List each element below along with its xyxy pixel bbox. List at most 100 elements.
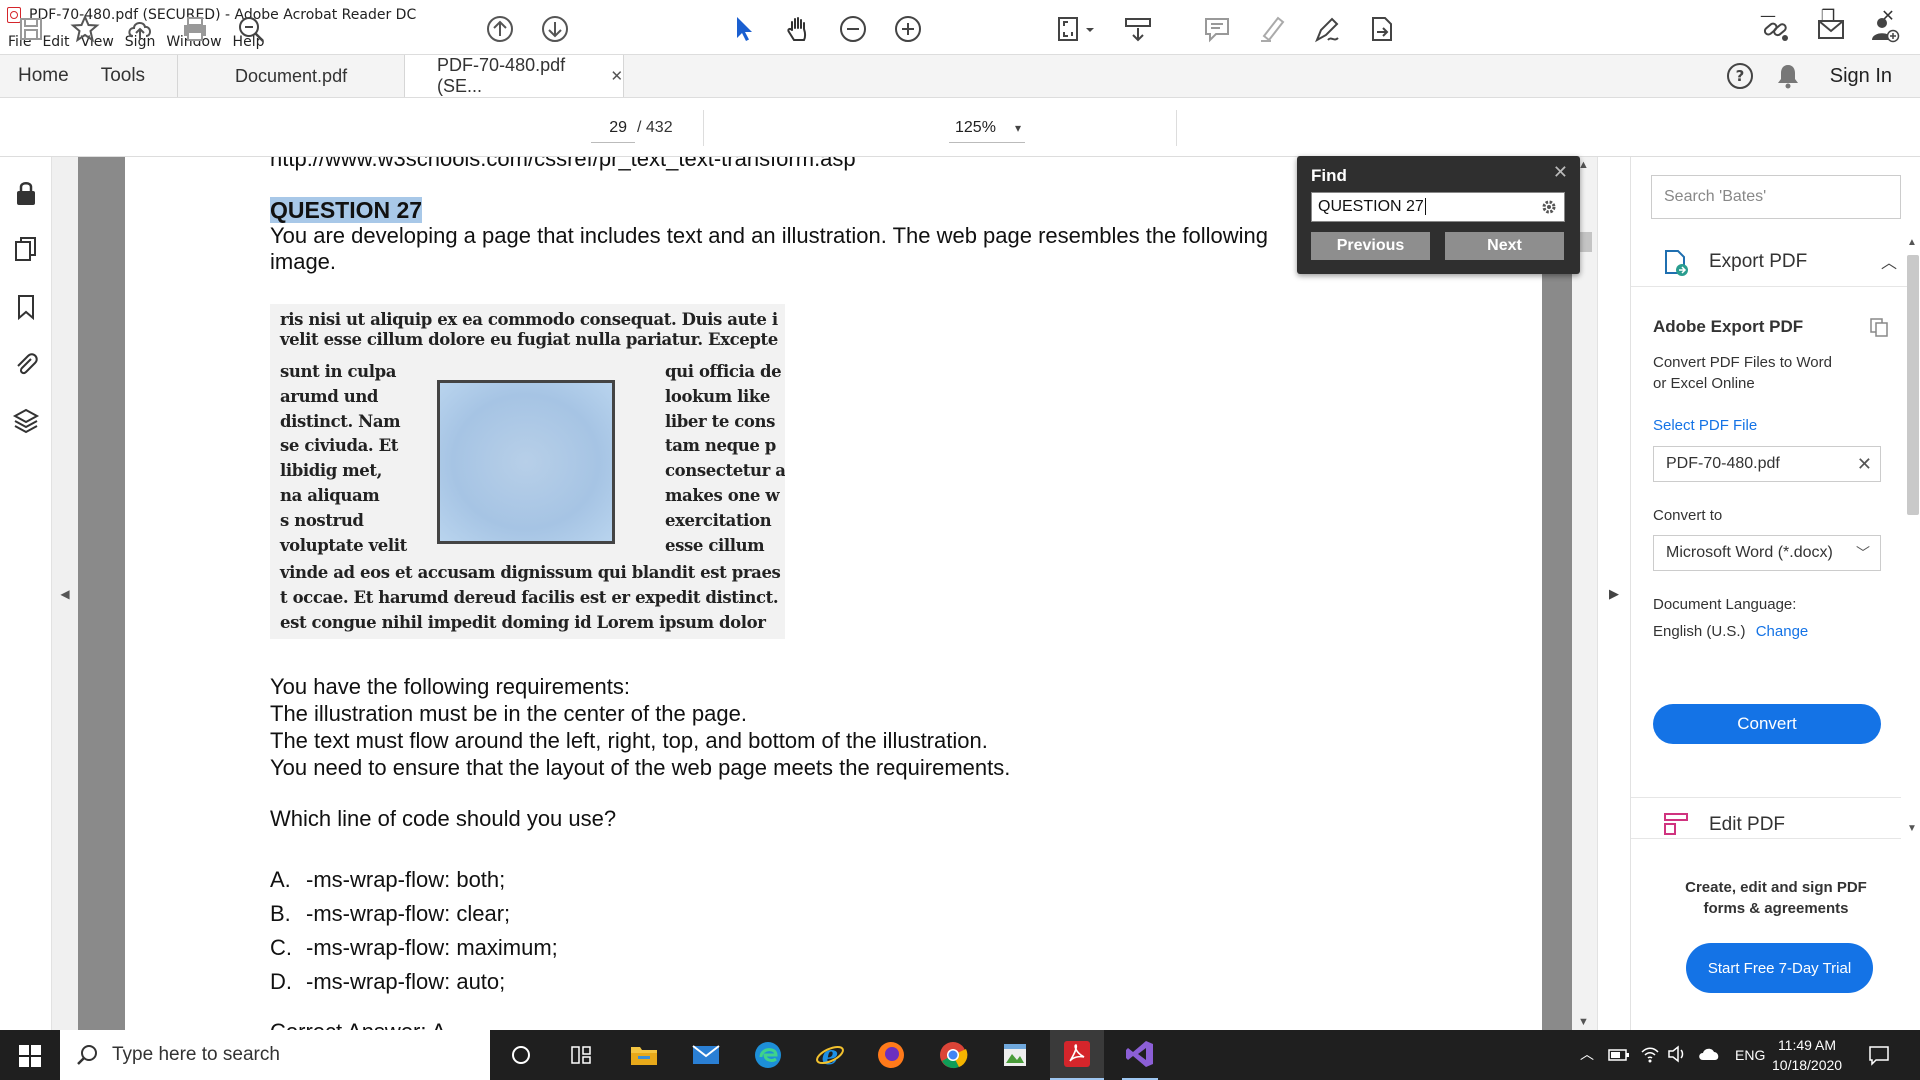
chevron-up-icon[interactable]: ︿: [1881, 249, 1897, 273]
zoom-search-icon[interactable]: [232, 10, 270, 48]
file-explorer-icon[interactable]: [626, 1038, 662, 1072]
task-view-icon[interactable]: [563, 1038, 599, 1072]
tray-overflow-icon[interactable]: ︿: [1580, 1044, 1594, 1064]
wifi-icon[interactable]: [1640, 1045, 1660, 1063]
help-icon[interactable]: ?: [1726, 62, 1754, 90]
tab-pdf-70-480[interactable]: PDF-70-480.pdf (SE... ✕: [405, 55, 624, 97]
convert-format-select[interactable]: Microsoft Word (*.docx) ﹀: [1653, 535, 1881, 571]
convert-format-value: Microsoft Word (*.docx): [1666, 544, 1833, 561]
share-link-icon[interactable]: [1757, 10, 1795, 48]
gear-icon[interactable]: [1540, 198, 1558, 216]
scroll-down-icon[interactable]: ▼: [1907, 823, 1917, 834]
hand-tool-icon[interactable]: [779, 10, 817, 48]
onedrive-cloud-icon[interactable]: [1698, 1047, 1720, 1061]
page-number-input[interactable]: 29: [591, 113, 635, 143]
close-tab-icon[interactable]: ✕: [610, 67, 623, 85]
option-letter: A.: [270, 867, 291, 892]
pages-thumbnail-icon[interactable]: [12, 235, 40, 263]
page-fit-icon[interactable]: [1052, 10, 1100, 48]
export-pdf-header[interactable]: Export PDF ︿: [1631, 237, 1913, 287]
tab-label: PDF-70-480.pdf (SE...: [437, 55, 566, 96]
windows-start-icon[interactable]: [19, 1045, 41, 1067]
comment-icon[interactable]: [1198, 10, 1236, 48]
find-previous-button[interactable]: Previous: [1311, 232, 1430, 260]
tab-tools[interactable]: Tools: [87, 55, 177, 97]
taskbar-search-box[interactable]: Type here to search: [60, 1030, 490, 1080]
figure-line: t occae. Et harumd dereud facilis est er…: [280, 588, 779, 607]
pdf-page[interactable]: http://www.w3schools.com/cssref/pr_text_…: [125, 157, 1542, 1030]
find-panel: Find ✕ QUESTION 27 Previous Next: [1297, 156, 1580, 274]
zoom-level-select[interactable]: 125%: [949, 113, 1025, 143]
email-icon[interactable]: [1812, 10, 1850, 48]
figure-line: qui officia de: [665, 362, 782, 381]
sign-pen-icon[interactable]: [1308, 10, 1346, 48]
requirement-line: The text must flow around the left, righ…: [270, 728, 988, 753]
tab-label: Document.pdf: [235, 65, 348, 86]
share-document-icon[interactable]: [1363, 10, 1401, 48]
internet-explorer-icon[interactable]: e: [812, 1038, 848, 1072]
save-icon[interactable]: [12, 10, 50, 48]
visual-studio-icon[interactable]: [1122, 1030, 1158, 1080]
zoom-out-icon[interactable]: [834, 10, 872, 48]
tab-divider: [623, 55, 625, 97]
zoom-in-icon[interactable]: [889, 10, 927, 48]
answer-option: C. -ms-wrap-flow: maximum;: [270, 931, 558, 965]
add-user-icon[interactable]: [1866, 10, 1904, 48]
remove-file-icon[interactable]: ✕: [1857, 447, 1872, 481]
attachment-paperclip-icon[interactable]: [12, 350, 40, 378]
reference-url: http://www.w3schools.com/cssref/pr_text_…: [270, 157, 856, 171]
input-language-indicator[interactable]: ENG: [1735, 1047, 1765, 1063]
export-pdf-label: Export PDF: [1709, 251, 1808, 272]
option-text: -ms-wrap-flow: auto;: [306, 969, 506, 994]
notifications-icon[interactable]: [1868, 1044, 1890, 1066]
close-find-icon[interactable]: ✕: [1553, 162, 1568, 183]
firefox-icon[interactable]: [873, 1038, 909, 1072]
tab-home[interactable]: Home: [0, 55, 87, 97]
edit-pdf-tool[interactable]: Edit PDF: [1631, 797, 1901, 839]
volume-icon[interactable]: [1667, 1045, 1687, 1063]
convert-button[interactable]: Convert: [1653, 704, 1881, 744]
bookmark-star-icon[interactable]: [66, 10, 104, 48]
tab-document-pdf[interactable]: Document.pdf: [178, 55, 404, 97]
change-language-link[interactable]: Change: [1756, 623, 1809, 640]
print-icon[interactable]: [176, 10, 214, 48]
upload-cloud-icon[interactable]: [121, 10, 159, 48]
scroll-down-icon[interactable]: ▼: [1578, 1016, 1589, 1028]
collapse-right-panel-button[interactable]: ▶: [1597, 157, 1630, 1030]
figure-line: s nostrud: [280, 510, 364, 530]
document-scrollbar[interactable]: ▲ ▼: [1572, 157, 1597, 1030]
system-clock[interactable]: 11:49 AM 10/18/2020: [1772, 1035, 1842, 1075]
title-bar: PDF-70-480.pdf (SECURED) - Adobe Acrobat…: [0, 0, 1920, 30]
bookmarks-icon[interactable]: [12, 293, 40, 321]
panel-scrollbar-thumb[interactable]: [1907, 255, 1919, 515]
panel-scrollbar[interactable]: ▲ ▼: [1903, 237, 1920, 977]
select-cursor-icon[interactable]: [725, 10, 763, 48]
layers-icon[interactable]: [12, 407, 40, 435]
page-down-icon[interactable]: [536, 10, 574, 48]
copy-icon[interactable]: [1869, 317, 1889, 337]
lock-icon[interactable]: [12, 179, 40, 207]
start-free-trial-button[interactable]: Start Free 7-Day Trial: [1686, 943, 1873, 993]
image-viewer-app-icon[interactable]: [997, 1038, 1033, 1072]
scroll-mode-icon[interactable]: [1119, 10, 1157, 48]
mail-icon[interactable]: [688, 1038, 724, 1072]
highlight-pen-icon[interactable]: [1253, 10, 1291, 48]
chrome-icon[interactable]: [935, 1038, 971, 1072]
find-input[interactable]: QUESTION 27: [1311, 192, 1565, 222]
page-up-icon[interactable]: [481, 10, 519, 48]
left-navigation-rail: [0, 157, 52, 1030]
bell-icon[interactable]: [1776, 63, 1800, 89]
figure-line: libidig met,: [280, 461, 382, 481]
requirement-line: The illustration must be in the center o…: [270, 701, 747, 726]
question-intro-continued: image.: [270, 249, 337, 274]
question-intro: You are developing a page that includes …: [270, 223, 1269, 248]
find-next-button[interactable]: Next: [1445, 232, 1564, 260]
tools-search-input[interactable]: Search 'Bates': [1651, 175, 1901, 219]
select-pdf-file-link[interactable]: Select PDF File: [1653, 417, 1757, 434]
cortana-circle-icon[interactable]: [503, 1038, 539, 1072]
scroll-up-icon[interactable]: ▲: [1907, 237, 1917, 248]
sign-in-button[interactable]: Sign In: [1830, 65, 1892, 88]
acrobat-reader-taskbar-icon[interactable]: [1050, 1030, 1104, 1080]
collapse-left-panel-button[interactable]: ◀: [52, 157, 78, 1030]
edge-browser-icon[interactable]: [750, 1038, 786, 1072]
